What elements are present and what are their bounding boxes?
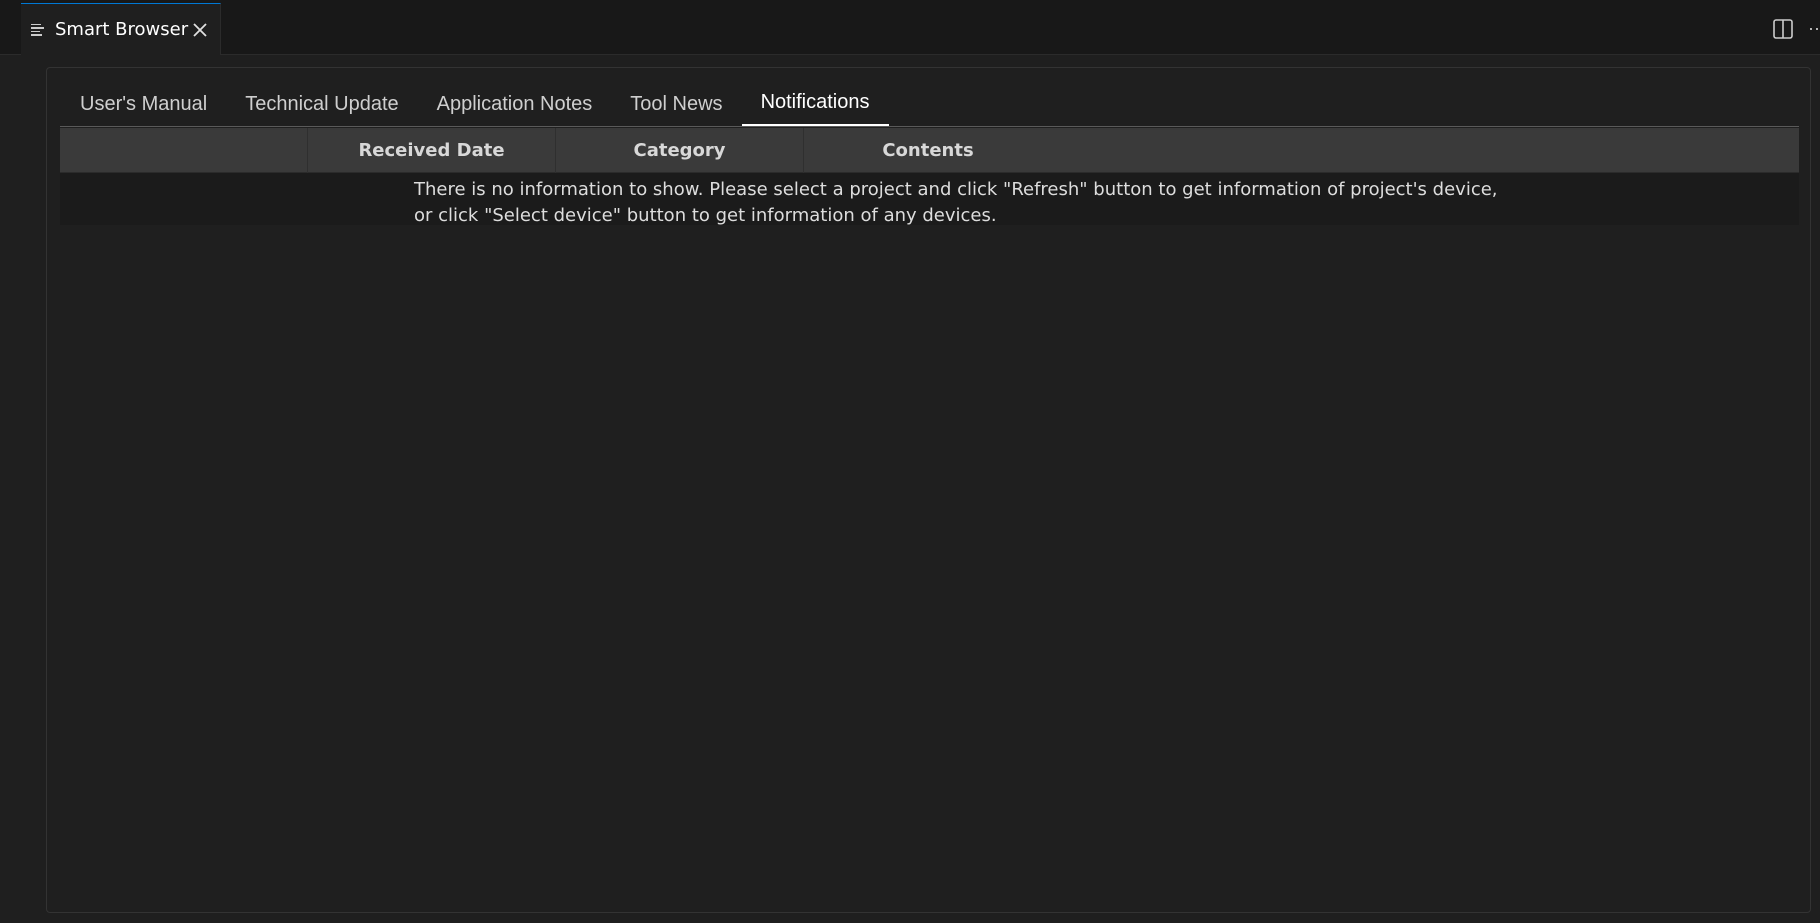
tab-tool-news[interactable]: Tool News	[611, 81, 741, 127]
empty-message-line-1: There is no information to show. Please …	[414, 179, 1498, 200]
empty-state-message: There is no information to show. Please …	[60, 173, 1799, 229]
split-editor-icon[interactable]	[1772, 18, 1794, 40]
list-icon	[31, 22, 47, 38]
tab-users-manual[interactable]: User's Manual	[61, 81, 226, 127]
close-icon[interactable]	[190, 20, 210, 40]
tab-technical-update[interactable]: Technical Update	[226, 81, 417, 127]
column-header-received-date[interactable]: Received Date	[308, 128, 556, 173]
empty-message-line-2: or click "Select device" button to get i…	[414, 205, 997, 226]
tab-application-notes[interactable]: Application Notes	[418, 81, 612, 127]
table-header: Received Date Category Contents	[60, 128, 1799, 173]
editor-tab-smart-browser[interactable]: Smart Browser	[21, 3, 221, 55]
editor-tab-bar: Smart Browser ···	[0, 0, 1820, 55]
notifications-table: Received Date Category Contents There is…	[60, 128, 1799, 226]
tab-notifications[interactable]: Notifications	[741, 81, 889, 127]
column-header-category[interactable]: Category	[556, 128, 804, 173]
editor-actions: ···	[1772, 17, 1820, 41]
smart-browser-panel: User's Manual Technical Update Applicati…	[46, 67, 1811, 913]
column-header-contents[interactable]: Contents	[804, 128, 1052, 173]
category-tabs: User's Manual Technical Update Applicati…	[61, 81, 889, 127]
column-header-blank[interactable]	[60, 128, 308, 173]
editor-tab-label: Smart Browser	[55, 19, 189, 40]
tabs-divider	[60, 126, 1799, 127]
table-body: There is no information to show. Please …	[60, 173, 1799, 226]
more-actions-icon[interactable]: ···	[1808, 18, 1820, 40]
